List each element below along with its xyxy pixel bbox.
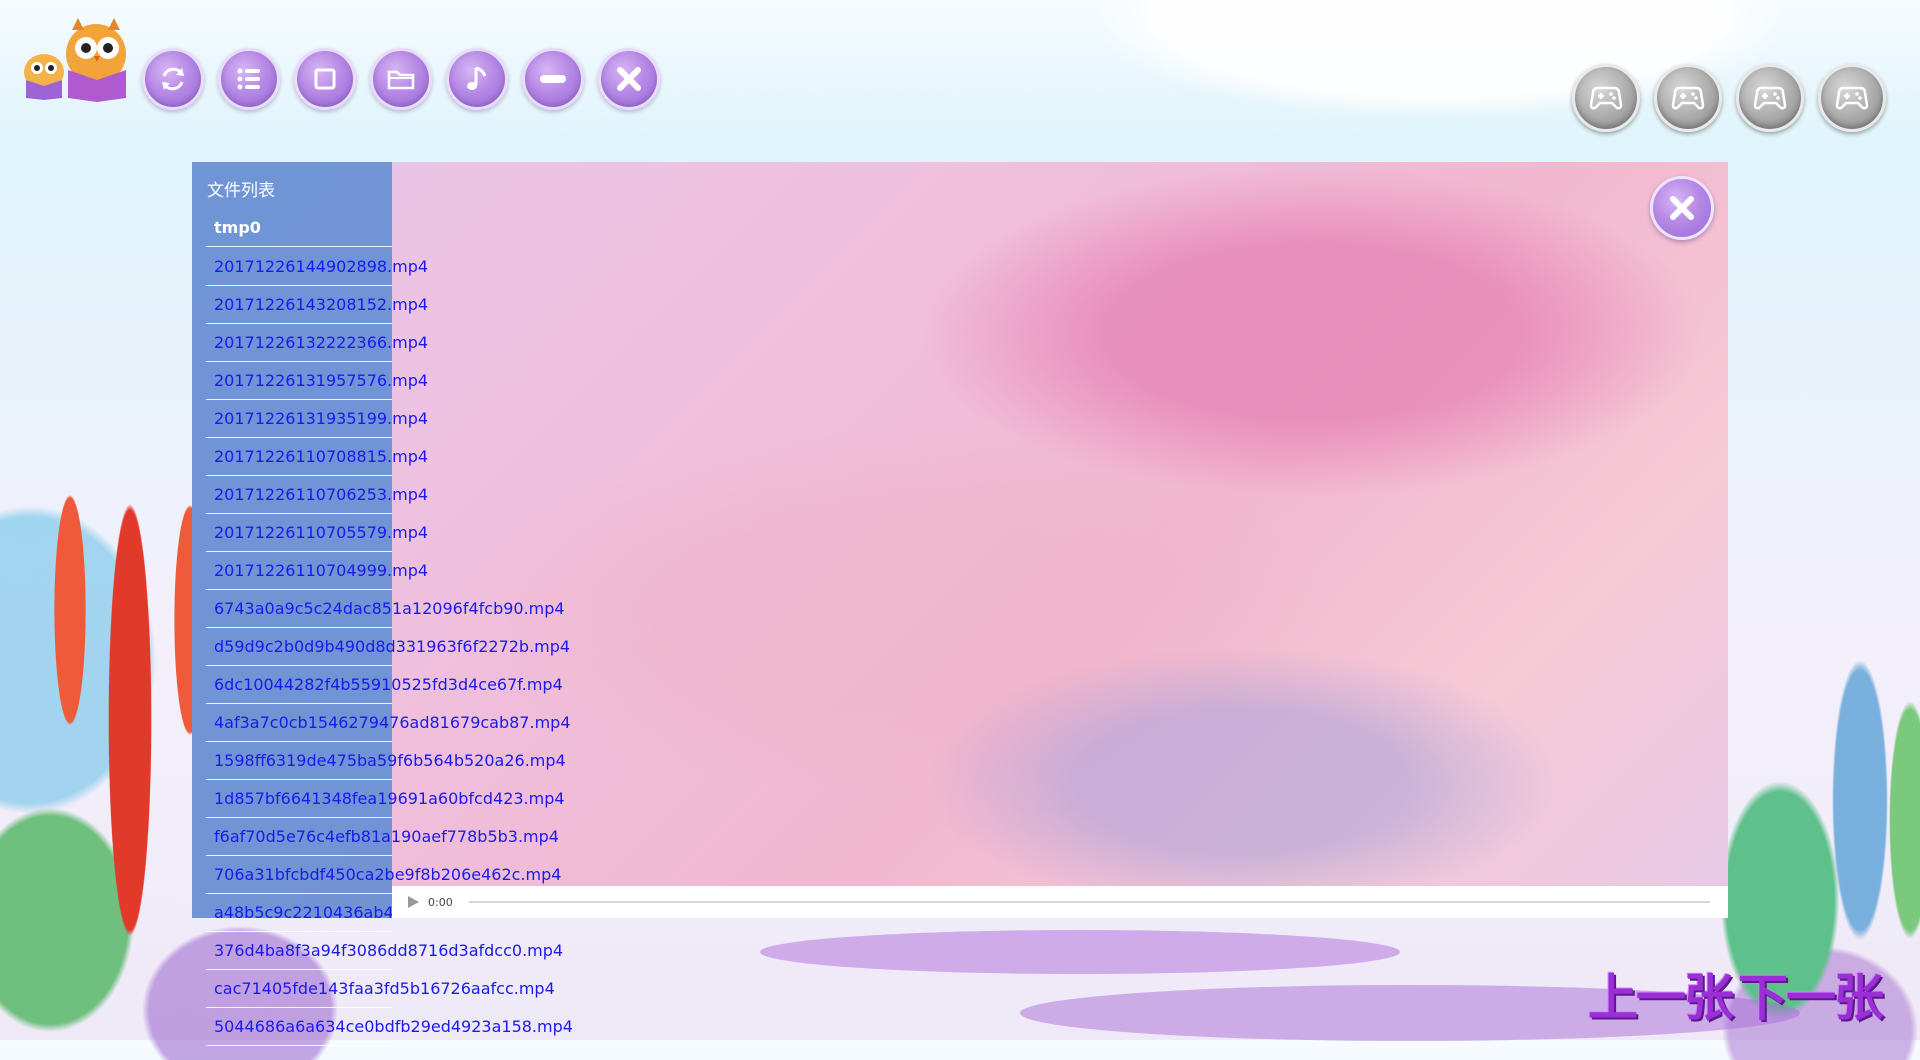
file-link[interactable]: 6dc10044282f4b55910525fd3d4ce67f.mp4 <box>214 675 563 694</box>
file-link[interactable]: 20171226131935199.mp4 <box>214 409 428 428</box>
list-item: 6dc10044282f4b55910525fd3d4ce67f.mp4 <box>206 667 563 704</box>
list-item: 5044686a6a634ce0bdfb29ed4923a158.mp4 <box>206 1009 573 1046</box>
file-link[interactable]: 1d857bf6641348fea19691a60bfcd423.mp4 <box>214 789 565 808</box>
game-buttons <box>1572 64 1886 132</box>
list-item: 4af3a7c0cb1546279476ad81679cab87.mp4 <box>206 705 571 742</box>
play-icon <box>408 896 419 908</box>
list-item: f6af70d5e76c4efb81a190aef778b5b3.mp4 <box>206 819 559 856</box>
prev-page-button[interactable]: 上一张 <box>1588 958 1734 1030</box>
file-link[interactable]: 20171226131957576.mp4 <box>214 371 428 390</box>
list-item: 20171226131935199.mp4 <box>206 401 428 438</box>
close-panel-button[interactable] <box>1650 176 1714 240</box>
list-item: 20171226110706253.mp4 <box>206 477 428 514</box>
file-link[interactable]: 20171226144902898.mp4 <box>214 257 428 276</box>
refresh-icon <box>162 67 184 91</box>
play-button[interactable] <box>402 891 424 913</box>
file-link[interactable]: 20171226110706253.mp4 <box>214 485 428 504</box>
pager: 上一张 下一张 <box>1588 958 1884 1030</box>
water-decoration <box>760 930 1400 974</box>
file-link[interactable]: 5044686a6a634ce0bdfb29ed4923a158.mp4 <box>214 1017 573 1036</box>
gamepad-icon <box>1671 86 1705 110</box>
close-icon <box>1670 196 1694 220</box>
list-item: 6743a0a9c5c24dac851a12096f4fcb90.mp4 <box>206 591 565 628</box>
folder-icon <box>387 70 415 90</box>
file-link[interactable]: 706a31bfcbdf450ca2be9f8b206e462c.mp4 <box>214 865 561 884</box>
file-list: 20171226144902898.mp4 20171226143208152.… <box>206 249 573 1047</box>
divider <box>206 246 392 247</box>
list-item: 20171226110704999.mp4 <box>206 553 428 590</box>
gamepad-icon <box>1835 86 1869 110</box>
list-item: 20171226131957576.mp4 <box>206 363 428 400</box>
file-link[interactable]: 6743a0a9c5c24dac851a12096f4fcb90.mp4 <box>214 599 565 618</box>
list-item: 20171226143208152.mp4 <box>206 287 428 324</box>
list-icon <box>237 68 260 90</box>
list-item: cac71405fde143faa3fd5b16726aafcc.mp4 <box>206 971 555 1008</box>
list-item: 376d4ba8f3a94f3086dd8716d3afdcc0.mp4 <box>206 933 563 970</box>
seek-bar[interactable] <box>468 901 1710 903</box>
file-link[interactable]: cac71405fde143faa3fd5b16726aafcc.mp4 <box>214 979 555 998</box>
file-link[interactable]: a48b5c9c2210436ab46 <box>214 903 404 922</box>
stop-button[interactable] <box>294 48 356 110</box>
owl-logo <box>18 14 130 102</box>
list-item: 20171226132222366.mp4 <box>206 325 428 362</box>
file-link[interactable]: 376d4ba8f3a94f3086dd8716d3afdcc0.mp4 <box>214 941 563 960</box>
audio-player: 0:00 <box>392 886 1728 918</box>
folder-item[interactable]: tmp0 <box>214 218 261 237</box>
list-item: 20171226144902898.mp4 <box>206 249 428 286</box>
file-link[interactable]: 20171226132222366.mp4 <box>214 333 428 352</box>
list-item: 1d857bf6641348fea19691a60bfcd423.mp4 <box>206 781 565 818</box>
minimize-button[interactable] <box>522 48 584 110</box>
list-item: 706a31bfcbdf450ca2be9f8b206e462c.mp4 <box>206 857 561 894</box>
minimize-icon <box>540 75 566 83</box>
refresh-button[interactable] <box>142 48 204 110</box>
next-page-button[interactable]: 下一张 <box>1738 958 1884 1030</box>
game-button[interactable] <box>1572 64 1640 132</box>
file-link[interactable]: d59d9c2b0d9b490d8d331963f6f2272b.mp4 <box>214 637 570 656</box>
music-icon <box>467 66 487 90</box>
close-app-button[interactable] <box>598 48 660 110</box>
sidebar-title: 文件列表 <box>207 181 275 201</box>
file-link[interactable]: 20171226143208152.mp4 <box>214 295 428 314</box>
stop-icon <box>314 68 336 90</box>
game-button[interactable] <box>1818 64 1886 132</box>
game-button[interactable] <box>1654 64 1722 132</box>
file-link[interactable]: 4af3a7c0cb1546279476ad81679cab87.mp4 <box>214 713 571 732</box>
file-link[interactable]: 20171226110705579.mp4 <box>214 523 428 542</box>
list-button[interactable] <box>218 48 280 110</box>
file-link[interactable]: 20171226110704999.mp4 <box>214 561 428 580</box>
time-display: 0:00 <box>428 895 453 909</box>
list-item: 20171226110708815.mp4 <box>206 439 428 476</box>
game-button[interactable] <box>1736 64 1804 132</box>
open-folder-button[interactable] <box>370 48 432 110</box>
music-button[interactable] <box>446 48 508 110</box>
gamepad-icon <box>1589 86 1623 110</box>
close-icon <box>617 67 641 91</box>
list-item: a48b5c9c2210436ab46 <box>206 895 404 932</box>
list-item: d59d9c2b0d9b490d8d331963f6f2272b.mp4 <box>206 629 570 666</box>
list-item: 1598ff6319de475ba59f6b564b520a26.mp4 <box>206 743 566 780</box>
toolbar <box>142 48 660 110</box>
file-link[interactable]: 1598ff6319de475ba59f6b564b520a26.mp4 <box>214 751 566 770</box>
gamepad-icon <box>1753 86 1787 110</box>
file-link[interactable]: 20171226110708815.mp4 <box>214 447 428 466</box>
list-item: 20171226110705579.mp4 <box>206 515 428 552</box>
file-link[interactable]: f6af70d5e76c4efb81a190aef778b5b3.mp4 <box>214 827 559 846</box>
